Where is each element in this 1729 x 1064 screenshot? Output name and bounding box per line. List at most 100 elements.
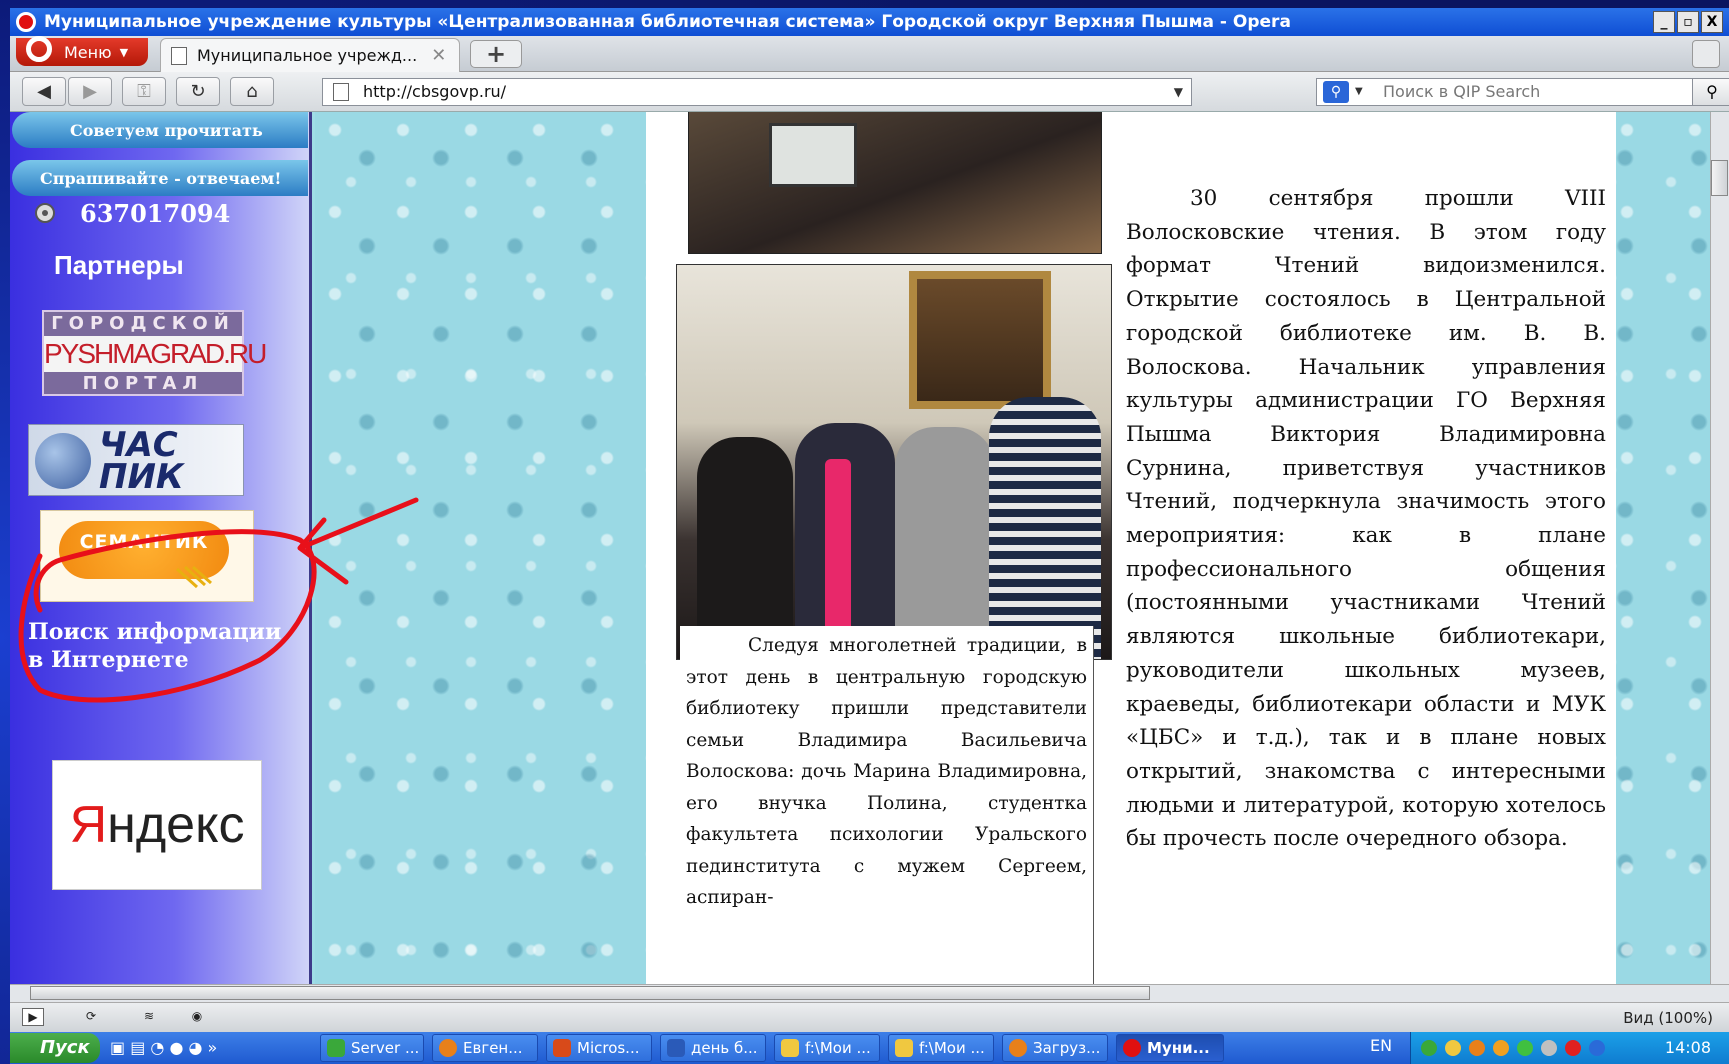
app-icon xyxy=(439,1039,457,1057)
chaspik-logo[interactable]: ЧАС ПИК xyxy=(28,424,244,496)
url-text: http://cbsgovp.ru/ xyxy=(363,82,507,101)
address-field[interactable]: http://cbsgovp.ru/ ▼ xyxy=(322,78,1192,106)
reload-button[interactable]: ↻ xyxy=(176,77,220,106)
chevron-down-icon[interactable]: ▼ xyxy=(1355,79,1363,105)
page-viewport: Советуем прочитать Спрашивайте - отвечае… xyxy=(10,112,1710,984)
taskbar-item[interactable]: Загруз... xyxy=(1002,1034,1108,1062)
article-text: 30 сентября прошли VIII Волосковские чте… xyxy=(1126,186,1606,852)
close-window-button[interactable]: X xyxy=(1701,11,1723,33)
tray-icon[interactable] xyxy=(1517,1040,1533,1056)
opera-menu-button[interactable]: Меню ▼ xyxy=(16,36,148,66)
globe-icon xyxy=(35,433,91,489)
tray-icon[interactable] xyxy=(1541,1040,1557,1056)
person xyxy=(895,427,995,659)
taskbar-item-label: f:\Мои ... xyxy=(919,1039,985,1057)
tray-icon[interactable] xyxy=(1493,1040,1509,1056)
folder-icon xyxy=(781,1039,799,1057)
folder-icon xyxy=(895,1039,913,1057)
vertical-scrollbar[interactable] xyxy=(1710,112,1729,984)
semantik-logo[interactable]: СЕМАНТИК xyxy=(40,510,254,602)
page-icon xyxy=(171,46,187,65)
article-body: 30 сентября прошли VIII Волосковские чте… xyxy=(1126,182,1606,856)
volume-icon[interactable] xyxy=(1469,1040,1485,1056)
yandex-first-letter: Я xyxy=(69,796,108,854)
taskbar-item[interactable]: день б... xyxy=(660,1034,766,1062)
pyshmagrad-portal-logo[interactable]: ГОРОДСКОЙ PYSHMAGRAD.RU ПОРТАЛ xyxy=(42,310,267,396)
tray-icon[interactable] xyxy=(1421,1040,1437,1056)
horizontal-scroll-thumb[interactable] xyxy=(30,986,1150,1000)
app-icon xyxy=(327,1039,345,1057)
logo-mid-text: PYSHMAGRAD.RU xyxy=(44,336,267,372)
trash-icon[interactable] xyxy=(1692,40,1720,68)
search-placeholder: Поиск в QIP Search xyxy=(1383,82,1541,101)
sidebar-item-label: Спрашивайте - отвечаем! xyxy=(40,168,282,188)
tab-label: Муниципальное учрежд... xyxy=(197,46,418,65)
person xyxy=(989,397,1101,659)
opera-logo-icon xyxy=(26,36,52,62)
app-icon xyxy=(1009,1039,1027,1057)
chevron-down-icon: ▼ xyxy=(119,45,129,59)
site-sidebar: Советуем прочитать Спрашивайте - отвечае… xyxy=(10,112,312,984)
forward-button[interactable]: ▶ xyxy=(68,77,112,106)
taskbar-item[interactable]: f:\Мои ... xyxy=(888,1034,994,1062)
globe-icon[interactable]: ◉ xyxy=(186,1008,208,1026)
network-icon[interactable] xyxy=(1589,1040,1605,1056)
sidebar-item-label: Советуем прочитать xyxy=(70,120,263,140)
yandex-rest: ндекс xyxy=(107,796,245,854)
event-photo-hall xyxy=(688,112,1102,254)
taskbar-item-label: f:\Мои ... xyxy=(805,1039,871,1057)
taskbar-item-label: Евген... xyxy=(463,1039,523,1057)
vertical-scroll-thumb[interactable] xyxy=(1711,160,1728,196)
window-titlebar: Муниципальное учреждение культуры «Центр… xyxy=(10,8,1729,36)
taskbar-item[interactable]: Server ... xyxy=(320,1034,424,1062)
home-button[interactable]: ⌂ xyxy=(230,77,274,106)
taskbar-item[interactable]: f:\Мои ... xyxy=(774,1034,880,1062)
ask-answer-button[interactable]: Спрашивайте - отвечаем! xyxy=(12,160,308,196)
internet-search-info[interactable]: Поиск информации в Интернете xyxy=(28,618,288,674)
language-indicator[interactable]: EN xyxy=(1370,1036,1392,1055)
tray-icon[interactable] xyxy=(1445,1040,1461,1056)
navigation-bar: ◀ ▶ ⚿ ↻ ⌂ http://cbsgovp.ru/ ▼ ⚲ ▼ Поиск… xyxy=(10,72,1729,112)
recommend-reading-button[interactable]: Советуем прочитать xyxy=(12,112,308,148)
start-button[interactable]: Пуск xyxy=(10,1033,100,1063)
taskbar-item-active[interactable]: Муни... xyxy=(1116,1034,1224,1062)
search-engine-icon[interactable]: ⚲ xyxy=(1323,81,1349,103)
tab-bar: Меню ▼ Муниципальное учрежд... ✕ + xyxy=(10,36,1729,72)
chaspik-text: ЧАС ПИК xyxy=(99,425,184,497)
tray-icon[interactable] xyxy=(1565,1040,1581,1056)
back-button[interactable]: ◀ xyxy=(22,77,66,106)
app-icon xyxy=(667,1039,685,1057)
opera-logo-icon xyxy=(1123,1039,1141,1057)
counter-icon xyxy=(35,203,55,223)
taskbar-item[interactable]: Евген... xyxy=(432,1034,538,1062)
sync-icon[interactable]: ⟳ xyxy=(80,1008,102,1026)
tab-active[interactable]: Муниципальное учрежд... ✕ xyxy=(160,38,460,72)
quicklaunch-icons[interactable]: ▣ ▤ ◔ ● ◕ » xyxy=(110,1038,217,1057)
taskbar-item-label: Загруз... xyxy=(1033,1039,1101,1057)
search-input[interactable]: ⚲ ▼ Поиск в QIP Search xyxy=(1316,78,1716,106)
maximize-button[interactable]: ▫ xyxy=(1677,11,1699,33)
opera-logo-icon xyxy=(16,12,36,32)
counter-value: 637017094 xyxy=(80,198,231,228)
semantik-text: СЕМАНТИК xyxy=(79,531,209,553)
window-title: Муниципальное учреждение культуры «Центр… xyxy=(44,12,1291,32)
caption-text: Следуя многолетней традиции, в этот день… xyxy=(686,635,1087,908)
key-icon[interactable]: ⚿ xyxy=(122,77,166,106)
chevron-down-icon[interactable]: ▼ xyxy=(1174,79,1183,105)
search-button[interactable]: ⚲ xyxy=(1692,78,1729,106)
taskbar-item[interactable]: Micros... xyxy=(546,1034,652,1062)
clock: 14:08 xyxy=(1664,1038,1711,1057)
lightning-arrows-icon xyxy=(175,565,212,589)
system-tray: 14:08 xyxy=(1410,1032,1729,1064)
close-tab-icon[interactable]: ✕ xyxy=(431,45,446,66)
minimize-button[interactable]: _ xyxy=(1653,11,1675,33)
status-bar: ▶ ⟳ ≋ ◉ Вид (100%) xyxy=(10,1002,1729,1032)
new-tab-button[interactable]: + xyxy=(470,40,522,68)
yandex-logo[interactable]: Яндекс xyxy=(52,760,262,890)
zoom-level[interactable]: Вид (100%) xyxy=(1623,1009,1713,1027)
logo-bottom-text: ПОРТАЛ xyxy=(82,373,204,394)
panel-toggle-icon[interactable]: ▶ xyxy=(22,1008,44,1026)
taskbar-item-label: Server ... xyxy=(351,1039,420,1057)
projector-screen xyxy=(769,123,857,187)
turbo-icon[interactable]: ≋ xyxy=(138,1008,160,1026)
